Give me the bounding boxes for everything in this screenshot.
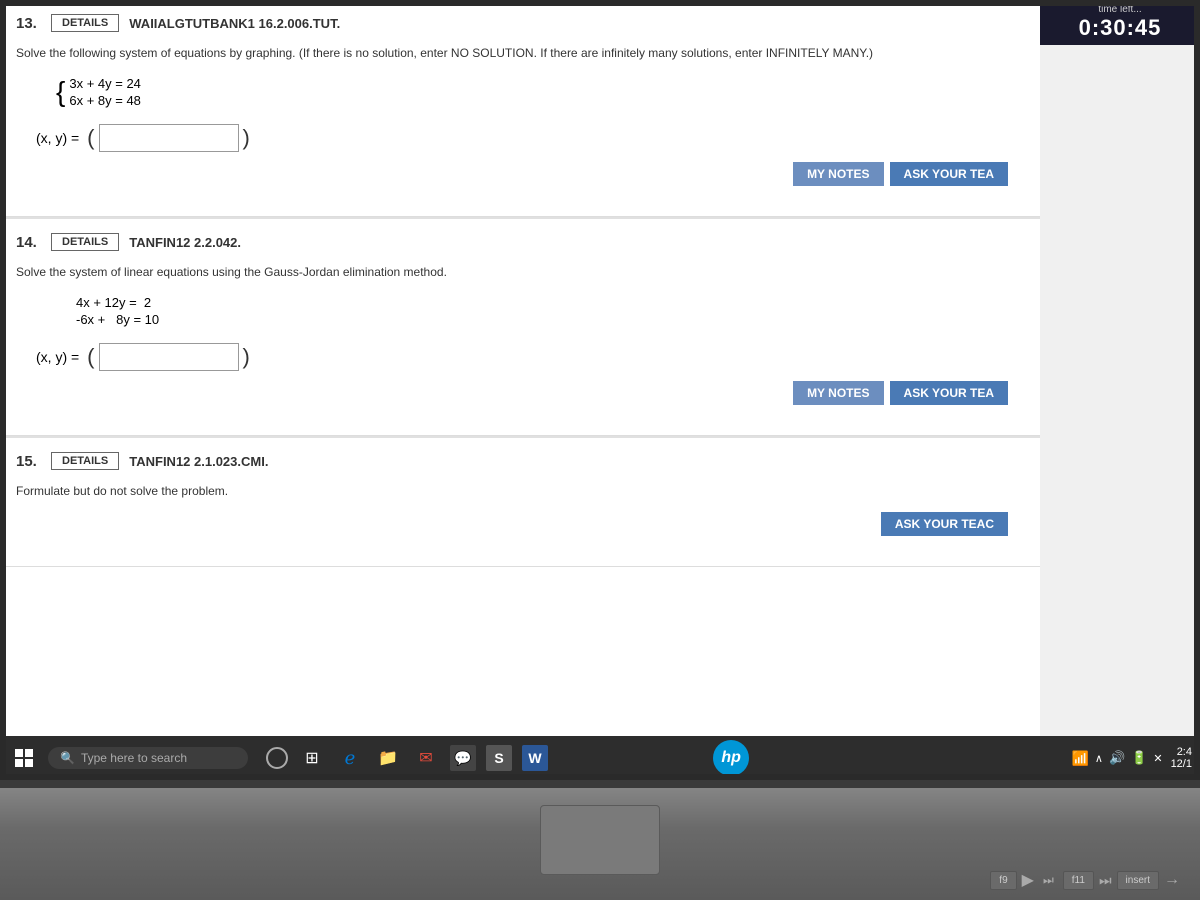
timer-value: 0:30:45 [1048,15,1192,41]
question-header-13: 13. DETAILS WAIIALGTUTBANK1 16.2.006.TUT… [16,14,1024,32]
eq-line-14-2: -6x + 8y = 10 [56,312,159,327]
search-placeholder: Type here to search [81,751,187,765]
taskbar-folder-icon[interactable]: 📁 [374,744,402,772]
question-text-13: Solve the following system of equations … [16,44,1024,62]
clock-time: 2:4 [1171,746,1192,758]
question-text-15: Formulate but do not solve the problem. [16,482,1024,500]
answer-input-13[interactable] [99,124,239,152]
fn-play-icon: ▶ [1022,870,1034,890]
fn-skip-icon: ⏭ [1099,872,1112,889]
brace-icon-13: { [56,78,65,106]
fn-prev-icon: ⏭ [1039,873,1058,888]
answer-line-14: (x, y) = ( ) [36,343,1024,371]
start-button[interactable] [8,742,40,774]
fn-key-f9[interactable]: f9 [990,871,1016,890]
clock-date: 12/1 [1171,758,1192,770]
fn-key-f11[interactable]: f11 [1063,871,1094,890]
question-number-15: 15. [16,453,41,470]
taskbar-s-icon[interactable]: S [486,745,512,771]
taskbar-circle-icon[interactable] [266,747,288,769]
timer-label: time left... [1048,4,1192,15]
windows-logo-icon [15,749,33,767]
laptop-fn-keys: f9 ▶ ⏭ f11 ⏭ insert → [990,870,1180,890]
hp-logo-icon: hp [713,740,749,776]
my-notes-button-13[interactable]: MY NOTES [793,162,883,186]
ask-teacher-button-14[interactable]: ASK YOUR TEA [890,381,1008,405]
fn-arrow-icon: → [1164,871,1180,889]
question-header-15: 15. DETAILS TANFIN12 2.1.023.CMI. [16,452,1024,470]
equations-14: 4x + 12y = 2 -6x + 8y = 10 [56,293,1024,329]
eq-line-13-2: 6x + 8y = 48 [69,93,141,108]
question-title-14: TANFIN12 2.2.042. [129,235,241,250]
taskbar-mail-icon[interactable]: ✉ [412,744,440,772]
question-number-14: 14. [16,234,41,251]
details-button-15[interactable]: DETAILS [51,452,119,470]
question-title-13: WAIIALGTUTBANK1 16.2.006.TUT. [129,16,340,31]
taskbar-chat-icon[interactable]: 💬 [450,745,476,771]
answer-label-13: (x, y) = [36,130,79,146]
question-block-15: 15. DETAILS TANFIN12 2.1.023.CMI. Formul… [0,438,1040,567]
taskbar-icons: ⊞ ℯ 📁 ✉ 💬 S W [266,744,548,772]
fn-key-insert[interactable]: insert [1117,871,1159,890]
question-block-13: 13. DETAILS WAIIALGTUTBANK1 16.2.006.TUT… [0,0,1040,217]
screen-area: time left... 0:30:45 13. DETAILS WAIIALG… [0,0,1200,780]
equation-lines-13: 3x + 4y = 24 6x + 8y = 48 [69,74,141,110]
question-header-14: 14. DETAILS TANFIN12 2.2.042. [16,233,1024,251]
question-number-13: 13. [16,15,41,32]
tray-x-icon: ✕ [1153,752,1162,765]
question-block-14: 14. DETAILS TANFIN12 2.2.042. Solve the … [0,219,1040,436]
my-notes-button-14[interactable]: MY NOTES [793,381,883,405]
search-bar[interactable]: 🔍 Type here to search [48,747,248,769]
q-actions-15: ASK YOUR TEAC [16,512,1024,546]
equations-13: { 3x + 4y = 24 6x + 8y = 48 [56,74,1024,110]
details-button-13[interactable]: DETAILS [51,14,119,32]
taskbar-grid-icon[interactable]: ⊞ [298,744,326,772]
question-text-14: Solve the system of linear equations usi… [16,263,1024,281]
ask-teacher-button-15[interactable]: ASK YOUR TEAC [881,512,1008,536]
tray-speaker-icon: 🔊 [1109,750,1125,766]
close-paren-13: ) [243,127,250,149]
laptop-hinge [0,780,1200,788]
answer-label-14: (x, y) = [36,349,79,365]
answer-line-13: (x, y) = ( ) [36,124,1024,152]
details-button-14[interactable]: DETAILS [51,233,119,251]
taskbar-right: 📶 ∧ 🔊 🔋 ✕ 2:4 12/1 [1071,746,1192,770]
content-area: 13. DETAILS WAIIALGTUTBANK1 16.2.006.TUT… [0,0,1040,760]
hp-logo-container: hp [713,740,749,776]
q-actions-13: MY NOTES ASK YOUR TEA [16,162,1024,196]
sys-tray: 📶 ∧ 🔊 🔋 ✕ [1071,750,1162,767]
equation-lines-14: 4x + 12y = 2 -6x + 8y = 10 [56,293,159,329]
tray-wifi-icon: 📶 [1071,750,1088,767]
answer-input-14[interactable] [99,343,239,371]
eq-line-14-1: 4x + 12y = 2 [56,295,159,310]
clock: 2:4 12/1 [1171,746,1192,770]
question-title-15: TANFIN12 2.1.023.CMI. [129,454,268,469]
q-actions-14: MY NOTES ASK YOUR TEA [16,381,1024,415]
open-paren-14: ( [87,346,94,368]
taskbar-w-icon[interactable]: W [522,745,548,771]
timer-bar: time left... 0:30:45 [1040,0,1200,45]
tray-battery-icon: 🔋 [1131,750,1147,766]
search-icon: 🔍 [60,751,75,765]
open-paren-13: ( [87,127,94,149]
laptop-body: f9 ▶ ⏭ f11 ⏭ insert → [0,780,1200,900]
laptop-trackpad[interactable] [540,805,660,875]
taskbar-edge-icon[interactable]: ℯ [336,744,364,772]
taskbar: 🔍 Type here to search ⊞ ℯ 📁 ✉ 💬 S W hp 📶… [0,736,1200,780]
tray-up-icon: ∧ [1095,752,1103,765]
close-paren-14: ) [243,346,250,368]
eq-line-13-1: 3x + 4y = 24 [69,76,141,91]
ask-teacher-button-13[interactable]: ASK YOUR TEA [890,162,1008,186]
